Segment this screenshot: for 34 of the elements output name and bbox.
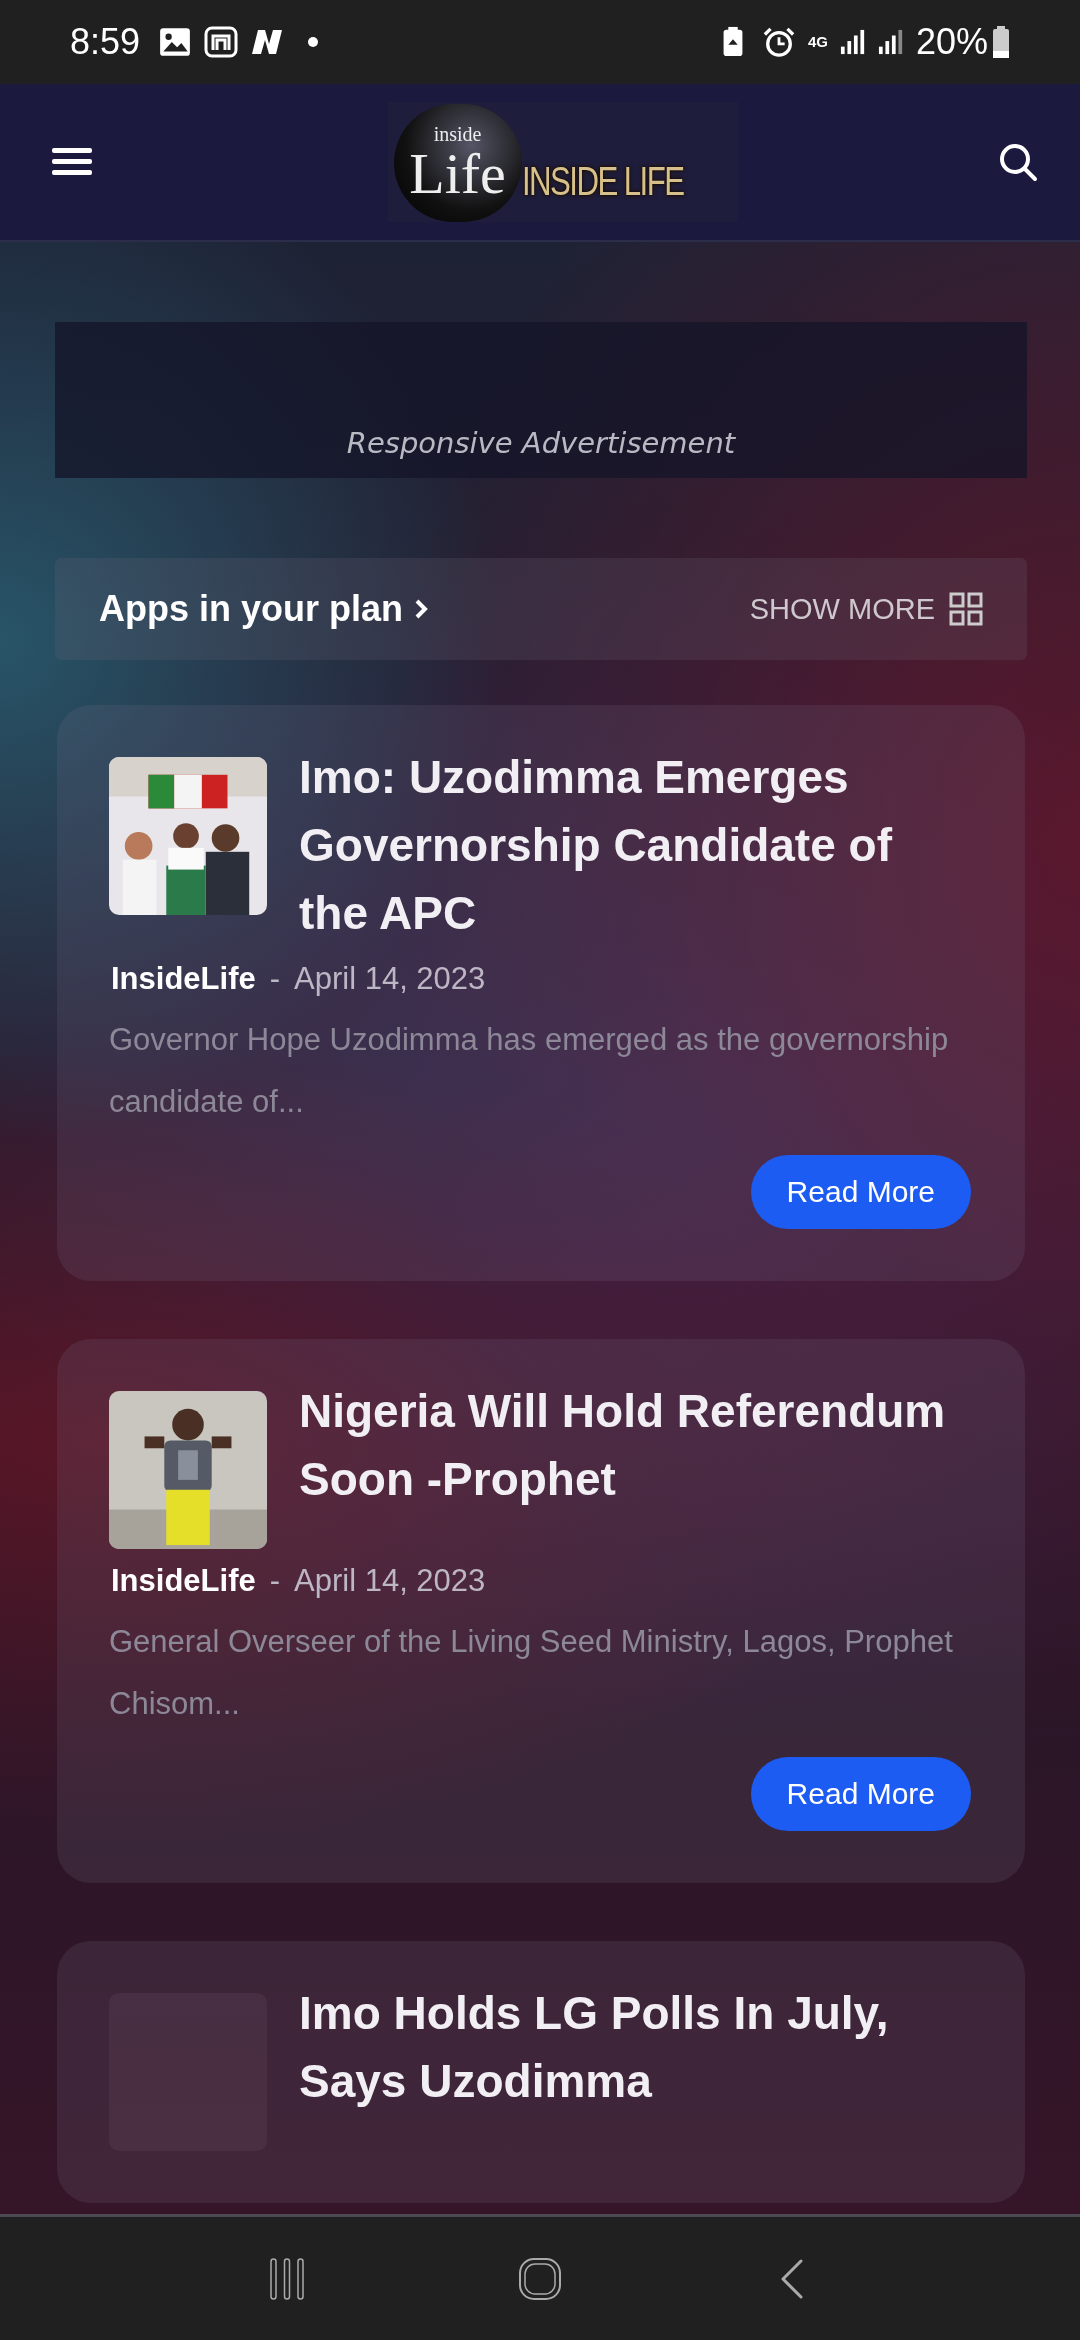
menu-icon[interactable] [52, 146, 92, 178]
advertisement-label: Responsive Advertisement [346, 426, 736, 460]
battery-icon [992, 26, 1010, 58]
home-icon[interactable] [518, 2256, 562, 2301]
separator: - [269, 961, 281, 997]
notification-dot-icon [308, 37, 319, 47]
alarm-icon [761, 26, 796, 58]
article-excerpt: Governor Hope Uzodimma has emerged as the governorship candidate of... [109, 1021, 950, 1121]
signal-icon [877, 28, 904, 56]
grid-icon [949, 592, 983, 626]
search-icon[interactable] [998, 142, 1038, 182]
article-title[interactable]: Imo Holds LG Polls In July, Says Uzodimma [299, 1979, 971, 2115]
clock: 8:59 [70, 21, 141, 63]
logo-text: Life [409, 145, 506, 203]
author-name[interactable]: InsideLife [111, 961, 256, 997]
chevron-icon [413, 598, 429, 620]
article-title[interactable]: Nigeria Will Hold Referendum Soon -Prophet [299, 1377, 971, 1513]
signal-icon [839, 28, 866, 56]
read-more-button[interactable]: Read More [750, 1757, 971, 1831]
separator: - [269, 1563, 281, 1599]
post-date: April 14, 2023 [294, 1563, 486, 1599]
logo-wordmark: INSIDE LIFE [521, 159, 683, 204]
battery-level: 20% [915, 21, 988, 63]
show-more-link[interactable]: SHOW MORE [749, 592, 983, 626]
gallery-icon [158, 26, 193, 58]
post-date: April 14, 2023 [294, 961, 486, 997]
logo-text: inside [433, 123, 482, 145]
author-name[interactable]: InsideLife [111, 1563, 256, 1599]
app-notification-icon [204, 26, 239, 58]
network-type: 4G [807, 34, 828, 50]
section-title-link[interactable]: Apps in your plan [99, 588, 429, 630]
read-more-button[interactable]: Read More [750, 1155, 971, 1229]
article-title[interactable]: Imo: Uzodimma Emerges Governorship Candidate of the APC [299, 743, 971, 947]
article-excerpt: General Overseer of the Living Seed Ministry, Lagos, Prophet Chisom... [109, 1623, 954, 1723]
